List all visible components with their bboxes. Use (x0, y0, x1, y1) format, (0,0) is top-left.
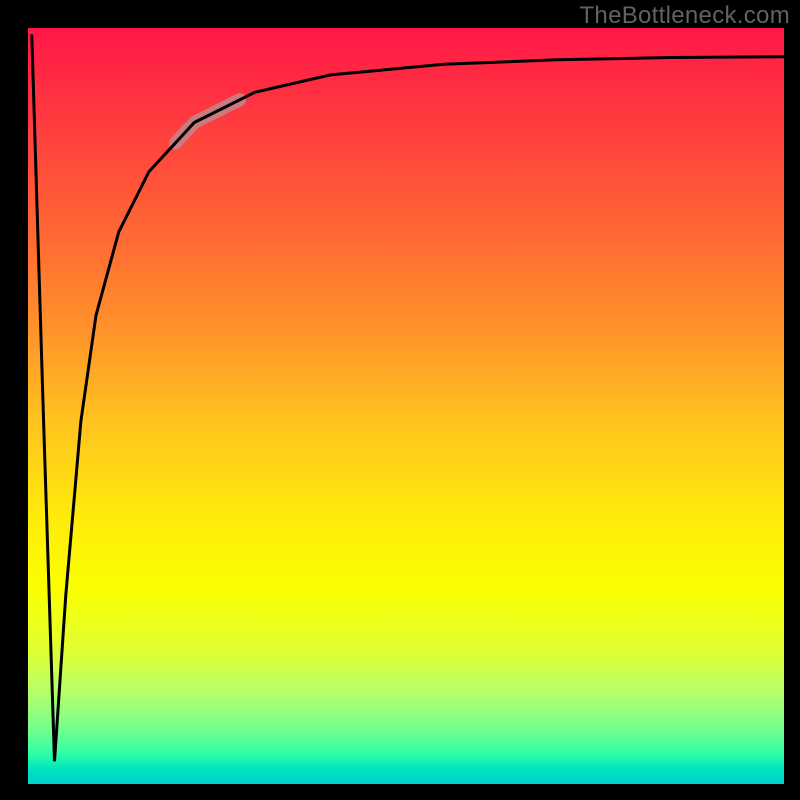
watermark-text: TheBottleneck.com (579, 2, 790, 30)
chart-frame: TheBottleneck.com (0, 0, 800, 800)
plot-area (28, 28, 784, 784)
bottleneck-curve (32, 36, 784, 762)
curve-svg (28, 28, 784, 784)
